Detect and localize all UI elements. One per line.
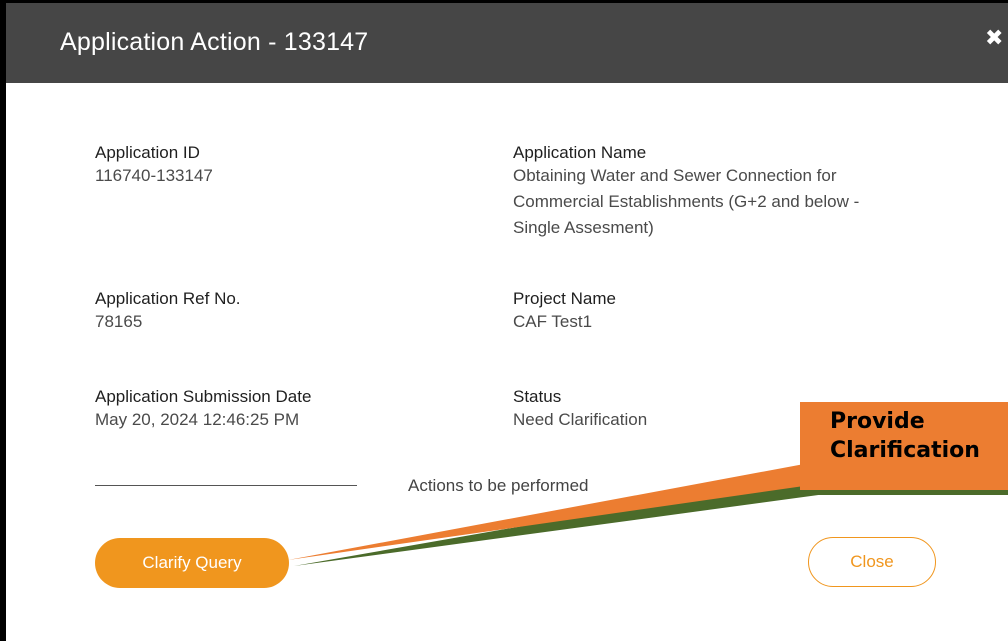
callout-pointer <box>288 462 870 566</box>
callout-text: Provide Clarification <box>830 407 980 465</box>
callout-pointer-fill <box>288 462 860 560</box>
callout-line-2: Clarification <box>830 438 980 463</box>
callout-line-1: Provide <box>830 409 925 434</box>
callout-annotation: Provide Clarification <box>800 402 1008 490</box>
